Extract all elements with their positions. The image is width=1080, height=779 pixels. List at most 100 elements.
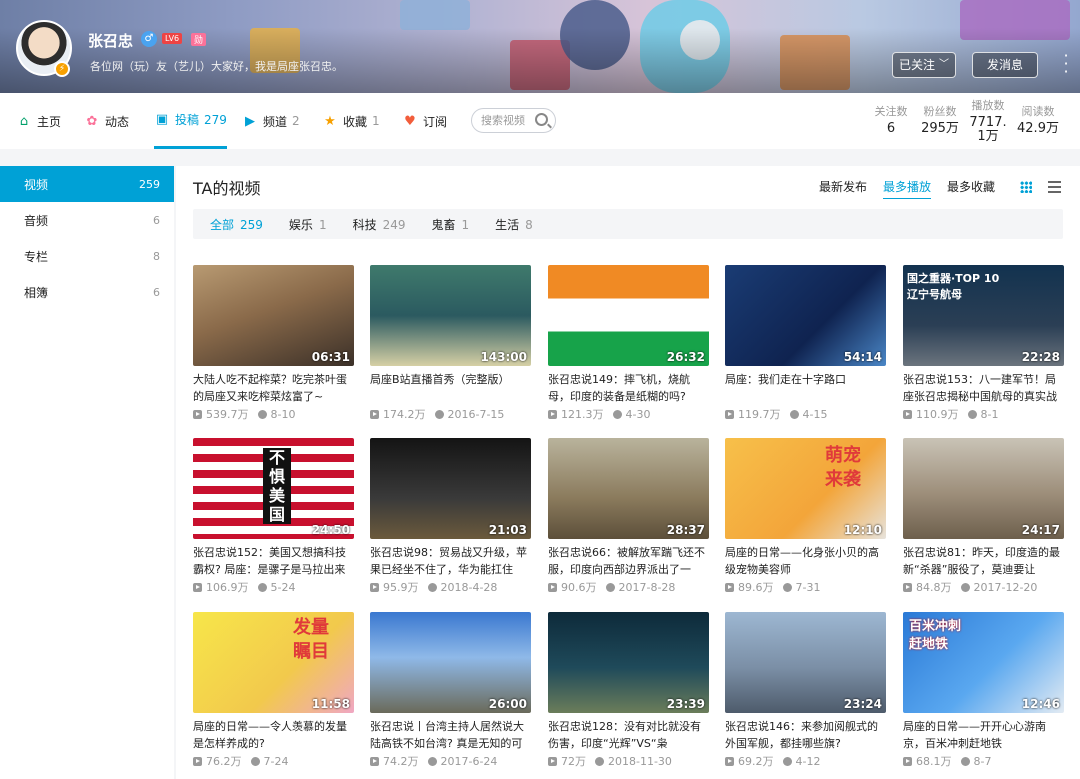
video-card[interactable]: 发量 瞩目 11:58 局座的日常——令人羡慕的发量是怎样养成的? 76.2万 7-24 [193,612,354,769]
upload-date: 8-1 [980,407,999,421]
sort-most-played[interactable]: 最多播放 [883,178,932,199]
stat-fans[interactable]: 粉丝数 295万 [920,103,960,136]
grid-view-icon[interactable] [1020,181,1032,193]
stat-label: 阅读数 [1021,105,1055,118]
video-thumbnail[interactable]: 06:31 [193,265,354,366]
video-title[interactable]: 张召忠说81：昨天，印度造的最新“杀器”服役了，莫迪要让 [903,544,1064,578]
video-card[interactable]: 萌宠 来袭 12:10 局座的日常——化身张小贝的高级宠物美容师 89.6万 7-31 [725,438,886,595]
category-tech[interactable]: 科技 249 [353,216,406,233]
video-title[interactable]: 局座的日常——令人羡慕的发量是怎样养成的? [193,718,354,752]
play-count: 69.2万 [738,755,774,768]
video-duration: 26:00 [488,697,527,711]
play-count: 110.9万 [916,408,959,421]
video-card[interactable]: 28:37 张召忠说66：被解放军踹飞还不服，印度向西部边界派出了一 90.6万 20… [548,438,709,595]
video-thumbnail[interactable]: 26:32 [548,265,709,366]
clock-icon [257,582,267,592]
video-meta: 106.9万 5-24 [193,579,354,595]
video-title[interactable]: 张召忠说153：八一建军节！局座张召忠揭秘中国航母的真实战 [903,371,1064,405]
video-thumbnail[interactable]: 24:17 [903,438,1064,539]
list-view-icon[interactable] [1048,181,1061,193]
video-thumbnail[interactable]: 23:24 [725,612,886,713]
play-count: 89.6万 [738,581,774,594]
video-title[interactable]: 张召忠说149：摔飞机，烧航母，印度的装备是纸糊的吗? [548,371,709,405]
send-message-button[interactable]: 发消息 [972,52,1038,78]
video-title[interactable]: 张召忠说128：没有对比就没有伤害，印度“光辉”VS“枭 [548,718,709,752]
stat-label: 粉丝数 [923,105,957,118]
search-input[interactable]: 搜索视频 [471,108,556,133]
video-thumbnail[interactable]: 百米冲刺 赶地铁 12:46 [903,612,1064,713]
video-title[interactable]: 局座的日常——开开心心游南京，百米冲刺赶地铁 [903,718,1064,752]
video-thumbnail[interactable]: 发量 瞩目 11:58 [193,612,354,713]
video-title[interactable]: 张召忠说98：贸易战又升级，苹果已经坐不住了，华为能扛住 [370,544,531,578]
video-title[interactable]: 张召忠说丨台湾主持人居然说大陆高铁不如台湾? 真是无知的可 [370,718,531,752]
play-count-icon [903,409,912,419]
followed-button[interactable]: 已关注 ﹀ [892,52,956,78]
category-all[interactable]: 全部 259 [210,216,263,233]
sidebar-item-albums[interactable]: 相簿 6 [0,274,174,310]
video-duration: 12:46 [1021,697,1060,711]
search-icon[interactable] [535,113,548,126]
tab-channel[interactable]: ▶ 频道 2 [242,93,300,149]
video-card[interactable]: 26:00 张召忠说丨台湾主持人居然说大陆高铁不如台湾? 真是无知的可 74.2万 2… [370,612,531,769]
video-card[interactable]: 24:17 张召忠说81：昨天，印度造的最新“杀器”服役了，莫迪要让 84.8万 20… [903,438,1064,595]
video-title[interactable]: 局座的日常——化身张小贝的高级宠物美容师 [725,544,886,578]
video-title[interactable]: 张召忠说146：来参加阅舰式的外国军舰，都挂哪些旗? [725,718,886,752]
video-title[interactable]: 局座：我们走在十字路口 [725,371,886,405]
tab-uploads[interactable]: ▣ 投稿 279 [154,93,227,149]
video-thumbnail[interactable]: 54:14 [725,265,886,366]
video-thumbnail[interactable]: 萌宠 来袭 12:10 [725,438,886,539]
video-thumbnail[interactable]: 21:03 [370,438,531,539]
play-count: 72万 [561,755,586,768]
tab-dynamic[interactable]: ✿ 动态 [84,93,129,149]
tab-home[interactable]: ⌂ 主页 [16,93,61,149]
video-title[interactable]: 大陆人吃不起榨菜？吃完茶叶蛋的局座又来吃榨菜炫富了~ [193,371,354,405]
video-card[interactable]: 21:03 张召忠说98：贸易战又升级，苹果已经坐不住了，华为能扛住 95.9万 20… [370,438,531,595]
tab-favorites[interactable]: ★ 收藏 1 [322,93,379,149]
stat-plays: 播放数 7717.1万 [966,97,1010,144]
category-kichiku[interactable]: 鬼畜 1 [432,216,470,233]
video-meta: 76.2万 7-24 [193,753,354,769]
profile-banner: ⚡ 张召忠 ♂ LV6 勋 各位网（玩）友（艺儿）大家好，我是局座张召忠。 已关… [0,0,1080,93]
video-card[interactable]: 百米冲刺 赶地铁 12:46 局座的日常——开开心心游南京，百米冲刺赶地铁 68.1万… [903,612,1064,769]
sort-newest[interactable]: 最新发布 [819,178,867,195]
sidebar-item-video[interactable]: 视频 259 [0,166,174,202]
video-thumbnail[interactable]: 26:00 [370,612,531,713]
video-card[interactable]: 23:39 张召忠说128：没有对比就没有伤害，印度“光辉”VS“枭 72万 2018… [548,612,709,769]
category-entertainment[interactable]: 娱乐 1 [289,216,327,233]
video-card[interactable]: 26:32 张召忠说149：摔飞机，烧航母，印度的装备是纸糊的吗? 121.3万 4-… [548,265,709,422]
video-duration: 24:17 [1021,523,1060,537]
video-title[interactable]: 局座B站直播首秀（完整版） [370,371,531,405]
video-thumbnail[interactable]: 28:37 [548,438,709,539]
video-card[interactable]: 54:14 局座：我们走在十字路口 119.7万 4-15 [725,265,886,422]
video-thumbnail[interactable]: 23:39 [548,612,709,713]
video-card[interactable]: 23:24 张召忠说146：来参加阅舰式的外国军舰，都挂哪些旗? 69.2万 4-12 [725,612,886,769]
clock-icon [257,409,267,419]
video-duration: 23:24 [843,697,882,711]
vip-badge: 勋 [191,33,207,46]
play-count-icon [193,756,202,766]
video-thumbnail[interactable]: 国之重器·TOP 10 辽宁号航母 22:28 [903,265,1064,366]
tab-label: 频道 [263,114,288,129]
sidebar-item-audio[interactable]: 音频 6 [0,202,174,238]
video-card[interactable]: 143:00 局座B站直播首秀（完整版） 174.2万 2016-7-15 [370,265,531,422]
sidebar-item-count: 6 [153,213,160,227]
video-card[interactable]: 国之重器·TOP 10 辽宁号航母 22:28 张召忠说153：八一建军节！局座张召… [903,265,1064,422]
video-card[interactable]: 不 惧 美 国 24:50 张召忠说152：美国又想搞科技霸权? 局座：是骡子是马拉… [193,438,354,595]
tab-label: 订阅 [423,114,448,129]
stat-value: 6 [886,121,896,136]
video-thumbnail[interactable]: 143:00 [370,265,531,366]
stat-following[interactable]: 关注数 6 [870,103,912,136]
clock-icon [605,582,615,592]
clock-icon [782,582,792,592]
sort-most-favorited[interactable]: 最多收藏 [947,178,995,195]
video-title[interactable]: 张召忠说66：被解放军踹飞还不服，印度向西部边界派出了一 [548,544,709,578]
play-count: 84.8万 [916,581,952,594]
video-thumbnail[interactable]: 不 惧 美 国 24:50 [193,438,354,539]
video-title[interactable]: 张召忠说152：美国又想搞科技霸权? 局座：是骡子是马拉出来 [193,544,354,578]
tab-subscribe[interactable]: ♥ 订阅 [402,93,447,149]
sidebar-item-articles[interactable]: 专栏 8 [0,238,174,274]
video-card[interactable]: 06:31 大陆人吃不起榨菜？吃完茶叶蛋的局座又来吃榨菜炫富了~ 539.7万 8-1… [193,265,354,422]
clock-icon [967,409,977,419]
category-life[interactable]: 生活 8 [495,216,533,233]
more-options-icon[interactable]: · · · [1060,48,1072,80]
